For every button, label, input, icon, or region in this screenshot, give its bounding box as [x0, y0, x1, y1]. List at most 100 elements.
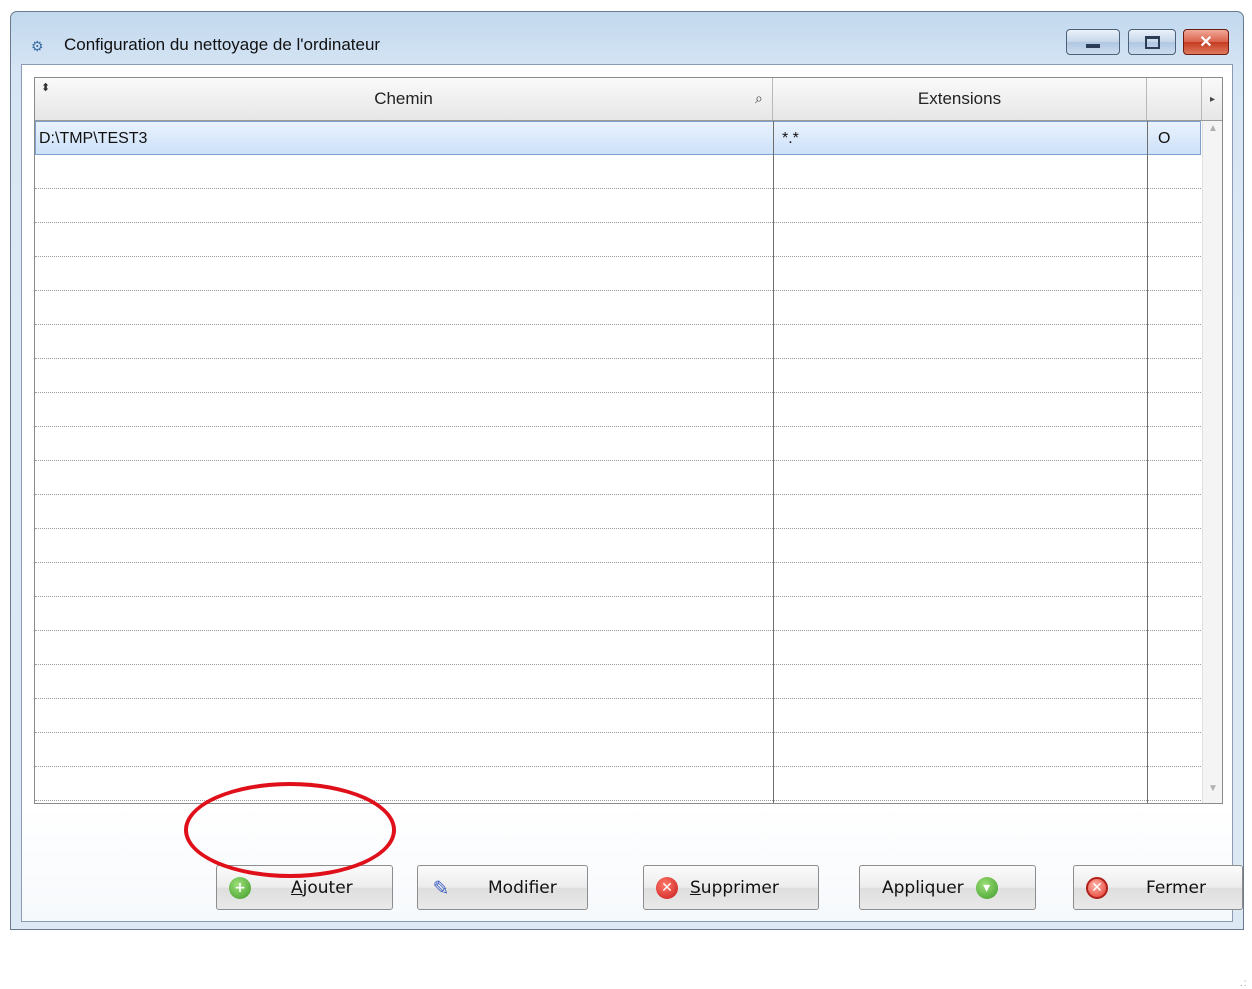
table-row-empty[interactable]	[35, 291, 1201, 325]
close-button[interactable]: ✕ Fermer	[1073, 865, 1243, 910]
column-header-chemin[interactable]: ⬍ Chemin ⌕	[35, 78, 773, 120]
table-cell-extensions[interactable]	[773, 427, 1147, 460]
table-cell-option[interactable]	[1147, 189, 1202, 222]
table-cell-chemin[interactable]: D:\TMP\TEST3	[36, 122, 774, 155]
table-cell-chemin[interactable]	[35, 495, 773, 528]
table-cell-option[interactable]	[1147, 767, 1202, 800]
table-cell-chemin[interactable]	[35, 631, 773, 664]
edit-button[interactable]: ✎ Modifier	[417, 865, 588, 910]
table-cell-option[interactable]	[1147, 155, 1202, 188]
table-cell-extensions[interactable]	[773, 461, 1147, 494]
table-cell-chemin[interactable]	[35, 597, 773, 630]
close-window-button[interactable]: ✕	[1183, 29, 1229, 55]
apply-button[interactable]: Appliquer ▾	[859, 865, 1036, 910]
table-cell-option[interactable]	[1147, 665, 1202, 698]
vertical-scrollbar[interactable]: ▲ ▼	[1202, 121, 1222, 803]
sort-icon[interactable]: ⬍	[41, 81, 50, 94]
table-cell-chemin[interactable]	[35, 223, 773, 256]
table-cell-extensions[interactable]	[773, 665, 1147, 698]
paths-table[interactable]: ⬍ Chemin ⌕ Extensions ▸ D:\TMP\TEST3 *.* O…	[34, 77, 1223, 804]
table-cell-option[interactable]	[1147, 699, 1202, 732]
table-cell-option[interactable]	[1147, 393, 1202, 426]
add-button[interactable]: + Ajouter	[216, 865, 393, 910]
table-row-empty[interactable]	[35, 733, 1201, 767]
table-cell-extensions[interactable]	[773, 563, 1147, 596]
table-row-empty[interactable]	[35, 495, 1201, 529]
table-cell-option[interactable]: O	[1148, 122, 1203, 155]
column-header-extensions[interactable]: Extensions	[773, 78, 1147, 120]
table-cell-option[interactable]	[1147, 529, 1202, 562]
table-row-empty[interactable]	[35, 155, 1201, 189]
table-cell-chemin[interactable]	[35, 461, 773, 494]
table-cell-chemin[interactable]	[35, 665, 773, 698]
table-cell-option[interactable]	[1147, 257, 1202, 290]
table-cell-option[interactable]	[1147, 733, 1202, 766]
table-cell-chemin[interactable]	[35, 529, 773, 562]
table-cell-extensions[interactable]	[773, 155, 1147, 188]
table-cell-chemin[interactable]	[35, 155, 773, 188]
table-cell-extensions[interactable]	[773, 223, 1147, 256]
table-cell-extensions[interactable]: *.*	[774, 122, 1148, 155]
resize-grip-icon[interactable]: .:	[1240, 978, 1248, 989]
table-cell-extensions[interactable]	[773, 767, 1147, 800]
search-icon[interactable]: ⌕	[755, 90, 763, 107]
table-row-empty[interactable]	[35, 563, 1201, 597]
maximize-button[interactable]	[1128, 29, 1176, 55]
scroll-right-arrow-icon[interactable]: ▸	[1202, 78, 1222, 120]
table-cell-extensions[interactable]	[773, 257, 1147, 290]
table-cell-extensions[interactable]	[773, 699, 1147, 732]
table-cell-extensions[interactable]	[773, 495, 1147, 528]
table-cell-extensions[interactable]	[773, 359, 1147, 392]
table-row-empty[interactable]	[35, 461, 1201, 495]
table-cell-chemin[interactable]	[35, 393, 773, 426]
table-cell-extensions[interactable]	[773, 631, 1147, 664]
table-row-empty[interactable]	[35, 699, 1201, 733]
table-cell-option[interactable]	[1147, 597, 1202, 630]
table-cell-chemin[interactable]	[35, 733, 773, 766]
table-row-empty[interactable]	[35, 189, 1201, 223]
table-cell-chemin[interactable]	[35, 699, 773, 732]
table-row-empty[interactable]	[35, 665, 1201, 699]
table-cell-chemin[interactable]	[35, 767, 773, 800]
table-cell-option[interactable]	[1147, 427, 1202, 460]
table-row-empty[interactable]	[35, 427, 1201, 461]
delete-button[interactable]: ✕ Supprimer	[643, 865, 819, 910]
table-row-empty[interactable]	[35, 257, 1201, 291]
table-cell-chemin[interactable]	[35, 563, 773, 596]
table-cell-chemin[interactable]	[35, 291, 773, 324]
table-cell-option[interactable]	[1147, 223, 1202, 256]
table-cell-chemin[interactable]	[35, 189, 773, 222]
table-row-empty[interactable]	[35, 529, 1201, 563]
table-cell-option[interactable]	[1147, 291, 1202, 324]
table-cell-chemin[interactable]	[35, 257, 773, 290]
table-cell-extensions[interactable]	[773, 597, 1147, 630]
table-row-empty[interactable]	[35, 631, 1201, 665]
table-cell-extensions[interactable]	[773, 325, 1147, 358]
table-cell-option[interactable]	[1147, 359, 1202, 392]
table-row-empty[interactable]	[35, 393, 1201, 427]
table-row-empty[interactable]	[35, 359, 1201, 393]
table-cell-extensions[interactable]	[773, 189, 1147, 222]
table-cell-extensions[interactable]	[773, 393, 1147, 426]
table-cell-option[interactable]	[1147, 325, 1202, 358]
table-cell-extensions[interactable]	[773, 529, 1147, 562]
scroll-down-icon[interactable]: ▼	[1203, 783, 1222, 794]
minimize-button[interactable]	[1066, 29, 1120, 55]
table-cell-extensions[interactable]	[773, 291, 1147, 324]
table-cell-chemin[interactable]	[35, 325, 773, 358]
table-cell-option[interactable]	[1147, 563, 1202, 596]
table-row-empty[interactable]	[35, 597, 1201, 631]
table-row-selected[interactable]: D:\TMP\TEST3 *.* O	[35, 121, 1201, 155]
table-cell-option[interactable]	[1147, 495, 1202, 528]
table-cell-option[interactable]	[1147, 461, 1202, 494]
column-header-option[interactable]	[1147, 78, 1202, 120]
table-cell-chemin[interactable]	[35, 427, 773, 460]
table-row-empty[interactable]	[35, 767, 1201, 801]
scroll-up-icon[interactable]: ▲	[1203, 123, 1222, 134]
title-bar[interactable]: ⚙ Configuration du nettoyage de l'ordina…	[11, 12, 1243, 64]
table-row-empty[interactable]	[35, 223, 1201, 257]
table-cell-extensions[interactable]	[773, 733, 1147, 766]
table-cell-chemin[interactable]	[35, 359, 773, 392]
table-cell-option[interactable]	[1147, 631, 1202, 664]
table-row-empty[interactable]	[35, 325, 1201, 359]
